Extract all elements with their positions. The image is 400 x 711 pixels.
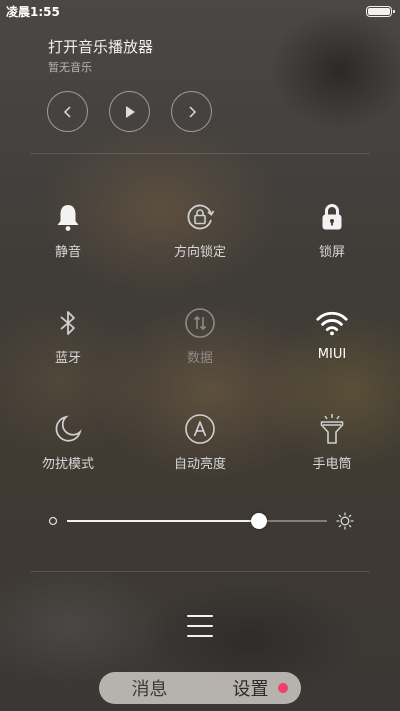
- wifi-icon: [315, 306, 349, 340]
- lock-icon: [315, 200, 349, 234]
- toggle-mobile-data[interactable]: 数据: [140, 306, 260, 366]
- toggle-flashlight[interactable]: 手电筒: [272, 412, 392, 472]
- toggle-mute[interactable]: 静音: [8, 200, 128, 260]
- moon-icon: [51, 412, 85, 446]
- bottom-tab-bar: 消息 设置: [99, 672, 301, 704]
- menu-line: [187, 625, 213, 627]
- brightness-knob[interactable]: [251, 513, 268, 529]
- toggle-auto-brightness[interactable]: 自动亮度: [140, 412, 260, 472]
- brightness-high-icon: [336, 512, 354, 530]
- battery-level: [368, 7, 390, 15]
- toggle-label: 蓝牙: [54, 351, 81, 366]
- flashlight-icon: [315, 412, 349, 446]
- brightness-fill: [67, 520, 260, 522]
- menu-line: [187, 615, 213, 617]
- music-controls: [47, 91, 212, 132]
- toggle-lock-screen[interactable]: 锁屏: [272, 200, 392, 260]
- status-bar: 凌晨1:55: [0, 0, 400, 22]
- rotation-lock-icon: [183, 200, 217, 234]
- toggle-label: 锁屏: [318, 245, 345, 260]
- play-button[interactable]: [109, 91, 150, 132]
- divider: [30, 571, 370, 572]
- next-icon: [188, 105, 196, 118]
- music-player-subtitle: 暂无音乐: [48, 61, 92, 74]
- toggle-label: MIUI: [317, 347, 347, 362]
- menu-button[interactable]: [187, 614, 213, 638]
- battery-icon: [366, 5, 395, 17]
- menu-line: [187, 635, 213, 637]
- notification-dot: [278, 683, 288, 693]
- next-button[interactable]: [171, 91, 212, 132]
- toggle-rotation-lock[interactable]: 方向锁定: [140, 200, 260, 260]
- bell-icon: [51, 200, 85, 234]
- divider: [30, 153, 370, 154]
- bluetooth-icon: [51, 306, 85, 340]
- previous-button[interactable]: [47, 91, 88, 132]
- status-time: 凌晨1:55: [6, 4, 60, 19]
- toggle-bluetooth[interactable]: 蓝牙: [8, 306, 128, 366]
- toggle-wifi[interactable]: MIUI: [272, 306, 392, 362]
- tab-messages[interactable]: 消息: [99, 675, 200, 701]
- toggle-label: 手电筒: [312, 457, 352, 472]
- toggle-label: 勿扰模式: [41, 457, 94, 472]
- toggle-do-not-disturb[interactable]: 勿扰模式: [8, 412, 128, 472]
- music-player-title[interactable]: 打开音乐播放器: [48, 36, 153, 57]
- auto-brightness-icon: [183, 412, 217, 446]
- brightness-low-icon: [48, 516, 58, 526]
- control-center: 凌晨1:55 打开音乐播放器 暂无音乐 静音 方向锁定 锁屏 蓝牙 数据 MIU…: [0, 0, 400, 711]
- brightness-track[interactable]: [67, 513, 327, 529]
- toggle-label: 静音: [54, 245, 81, 260]
- play-icon: [125, 105, 135, 118]
- mobile-data-icon: [183, 306, 217, 340]
- toggle-label: 数据: [186, 351, 213, 366]
- brightness-slider[interactable]: [0, 509, 400, 533]
- toggle-label: 方向锁定: [173, 245, 226, 260]
- previous-icon: [63, 105, 71, 118]
- toggle-label: 自动亮度: [173, 457, 226, 472]
